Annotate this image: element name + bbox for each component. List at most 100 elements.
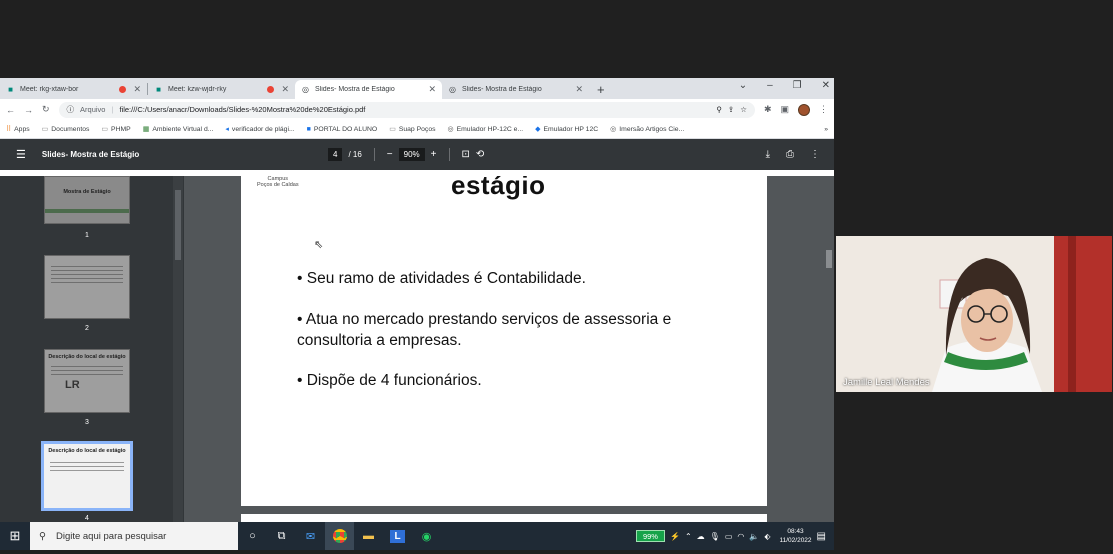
thumbnail-page-1[interactable]: Mostra de Estágio xyxy=(44,176,130,224)
tab-title: Slides- Mostra de Estágio xyxy=(315,86,395,93)
zoom-out-button[interactable]: − xyxy=(387,149,393,160)
campus-label: Campus Poços de Caldas xyxy=(257,176,299,188)
maximize-button[interactable]: ❐ xyxy=(793,80,802,91)
task-view-icon[interactable]: ⧉ xyxy=(267,522,296,550)
scrollbar-thumb[interactable] xyxy=(175,190,181,260)
download-icon[interactable]: ⤓ xyxy=(766,149,770,160)
bookmark-emulador-2[interactable]: ◆ Emulador HP 12C xyxy=(535,125,598,134)
calculator-icon: ◆ xyxy=(535,126,541,133)
app-l-logo: L xyxy=(390,529,405,543)
bullet-item: • Dispõe de 4 funcionários. xyxy=(297,372,482,389)
zoom-input[interactable]: 90% xyxy=(398,148,425,161)
participant-video: Jamille Leal Mendes xyxy=(836,236,1112,392)
forward-icon[interactable]: → xyxy=(24,105,33,115)
whatsapp-icon[interactable]: ◉ xyxy=(412,522,441,550)
notifications-icon[interactable]: ▤ xyxy=(817,531,826,542)
clock-time: 08:43 xyxy=(787,528,804,535)
thumbnail-scrollbar[interactable] xyxy=(173,176,183,528)
thumbnail-page-2[interactable] xyxy=(44,255,130,319)
print-icon[interactable]: ⎙ xyxy=(786,149,794,160)
file-explorer-icon[interactable]: ▬ xyxy=(354,522,383,550)
bookmark-ambiente-virtual[interactable]: ▦ Ambiente Virtual d... xyxy=(142,125,214,134)
document-scrollbar[interactable] xyxy=(824,176,834,528)
bookmark-suap[interactable]: ▭ Suap Poços xyxy=(389,125,435,134)
tray-chevron-icon[interactable]: ⌃ xyxy=(685,532,692,541)
window-controls: ⌄ – ❐ ✕ xyxy=(739,80,830,91)
wifi-icon[interactable]: ◠ xyxy=(737,532,744,541)
menu-dots-icon[interactable]: ⋮ xyxy=(819,104,828,115)
close-tab-icon[interactable]: ✕ xyxy=(133,84,141,95)
new-tab-button[interactable]: + xyxy=(597,82,605,97)
apps-grid-icon: ⠿ xyxy=(6,126,12,133)
url-text[interactable]: file:///C:/Users/anacr/Downloads/Slides-… xyxy=(119,105,710,114)
close-tab-icon[interactable]: ✕ xyxy=(428,84,436,95)
more-bookmarks-icon[interactable]: » xyxy=(824,126,828,133)
address-bar[interactable]: ⓘ Arquivo | file:///C:/Users/anacr/Downl… xyxy=(58,101,755,118)
close-tab-icon[interactable]: ✕ xyxy=(575,84,583,95)
thumbnail-number: 3 xyxy=(85,419,89,426)
battery-indicator[interactable]: 99% xyxy=(635,530,665,542)
thumbnail-text-line xyxy=(50,462,124,463)
thumbnail-page-3[interactable]: Descrição do local de estágio LR xyxy=(44,349,130,413)
keyboard-icon[interactable]: ▭ xyxy=(725,532,733,541)
tab-meet-1[interactable]: ■ Meet: rkg-xtaw-bor ✕ xyxy=(0,80,147,99)
bookmark-star-icon[interactable]: ☆ xyxy=(740,105,747,114)
more-options-icon[interactable]: ⋮ xyxy=(810,149,820,160)
profile-avatar[interactable] xyxy=(798,103,810,116)
moodle-icon: ▦ xyxy=(142,126,150,133)
bookmark-emulador-1[interactable]: ◎ Emulador HP-12C e... xyxy=(448,125,524,134)
info-icon[interactable]: ⓘ xyxy=(67,104,75,115)
tab-slides[interactable]: ◎ Slides- Mostra de Estágio ✕ xyxy=(442,80,589,99)
bullet-item: • Seu ramo de atividades é Contabilidade… xyxy=(297,270,586,287)
windows-start-icon[interactable]: ⊞ xyxy=(0,528,30,544)
back-icon[interactable]: ← xyxy=(6,105,15,115)
zoom-in-button[interactable]: + xyxy=(431,149,437,160)
menu-icon[interactable]: ☰ xyxy=(16,148,26,161)
volume-icon[interactable]: 🔈 xyxy=(749,532,759,541)
tab-meet-2[interactable]: ■ Meet: kzw-wjdr-rky ✕ xyxy=(148,80,295,99)
page-number-input[interactable]: 4 xyxy=(328,148,343,161)
thumbnail-page-4-selected[interactable]: Descrição do local de estágio xyxy=(41,441,133,511)
participant-video-image xyxy=(836,236,1112,392)
thumbnail-text-line xyxy=(51,278,123,279)
thumbnail-sidebar: Mostra de Estágio 1 2 Descrição do local… xyxy=(0,176,184,528)
tab-slides-active[interactable]: ◎ Slides- Mostra de Estágio ✕ xyxy=(295,80,442,99)
network-icon[interactable]: ⬖ xyxy=(764,532,770,541)
extensions-icon[interactable]: ✱ xyxy=(764,104,772,115)
slide-title: estágio xyxy=(451,176,546,200)
zoom-icon[interactable]: ⚲ xyxy=(716,105,722,114)
thumbnail-bar xyxy=(45,209,129,213)
bookmark-imersao[interactable]: ◎ Imersão Artigos Cie... xyxy=(610,125,684,134)
close-tab-icon[interactable]: ✕ xyxy=(281,84,289,95)
power-icon[interactable]: ⚡ xyxy=(670,532,680,541)
bookmarks-bar: ⠿ Apps ▭ Documentos ▭ PHMP ▦ Ambiente Virtua… xyxy=(0,120,834,139)
pdf-viewport: Mostra de Estágio 1 2 Descrição do local… xyxy=(0,176,834,528)
cloud-icon[interactable]: ☁ xyxy=(697,532,705,541)
mouse-cursor-icon: ⇖ xyxy=(314,239,324,251)
fit-page-icon[interactable]: ⊡ xyxy=(462,149,470,160)
side-panel-icon[interactable]: ▣ xyxy=(780,104,789,115)
scheme-label: Arquivo xyxy=(80,105,106,114)
bookmark-apps[interactable]: ⠿ Apps xyxy=(6,125,30,134)
tab-search-icon[interactable]: ⌄ xyxy=(739,80,747,91)
bullet-item: • Atua no mercado prestando serviços de … xyxy=(297,311,672,349)
taskbar-search[interactable]: ⚲ Digite aqui para pesquisar xyxy=(30,522,238,550)
rotate-icon[interactable]: ⟲ xyxy=(476,149,484,160)
share-icon[interactable]: ⇪ xyxy=(728,105,734,114)
microphone-icon[interactable]: 🎙 xyxy=(710,532,720,541)
mail-icon[interactable]: ✉ xyxy=(296,522,325,550)
globe-icon: ◎ xyxy=(449,85,456,94)
app-l-icon[interactable]: L xyxy=(383,522,412,550)
close-window-button[interactable]: ✕ xyxy=(822,80,830,91)
pdf-toolbar: ☰ Slides- Mostra de Estágio 4 / 16 − 90%… xyxy=(0,139,834,170)
bookmark-verificador[interactable]: ◂ verificador de plági... xyxy=(225,125,294,134)
chrome-icon[interactable] xyxy=(325,522,354,550)
clock[interactable]: 08:43 11/02/2022 xyxy=(779,527,811,545)
minimize-button[interactable]: – xyxy=(767,80,773,91)
reload-icon[interactable]: ↻ xyxy=(42,104,50,115)
scrollbar-thumb[interactable] xyxy=(826,250,832,268)
cortana-icon[interactable]: ○ xyxy=(238,522,267,550)
bookmark-documentos[interactable]: ▭ Documentos xyxy=(42,125,90,134)
bookmark-portal-aluno[interactable]: ■ PORTAL DO ALUNO xyxy=(307,126,378,133)
bookmark-phmp[interactable]: ▭ PHMP xyxy=(101,125,130,134)
